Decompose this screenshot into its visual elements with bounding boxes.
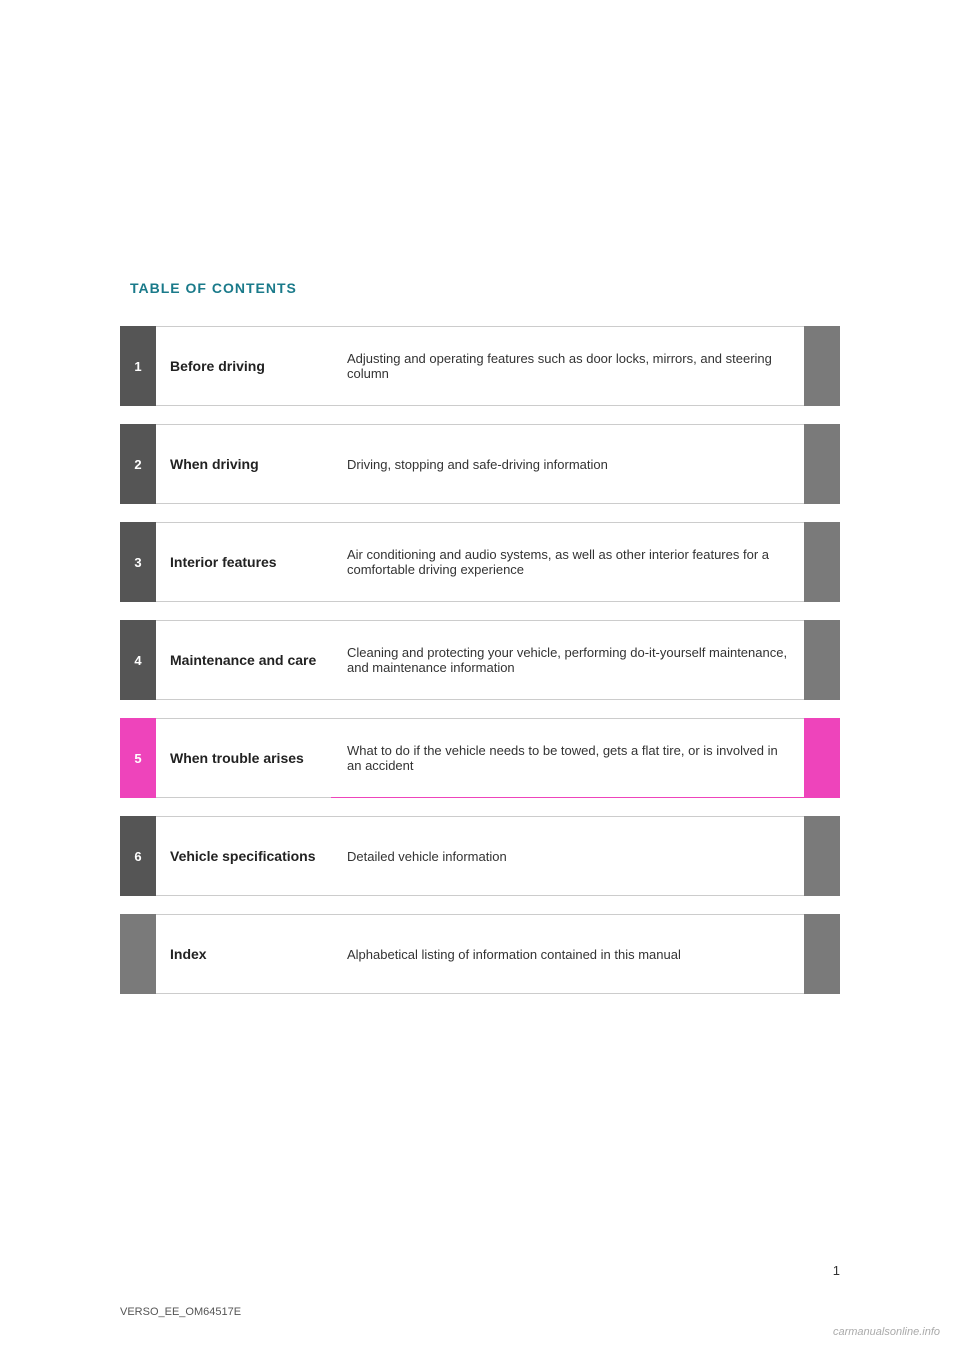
toc-row-1: 1 Before driving Adjusting and operating… (120, 326, 840, 406)
toc-rows: 1 Before driving Adjusting and operating… (120, 326, 840, 1012)
toc-number-3: 3 (120, 522, 156, 602)
watermark: carmanualsonline.info (833, 1326, 940, 1338)
toc-name-4: Maintenance and care (156, 620, 331, 700)
toc-name-index: Index (156, 914, 331, 994)
toc-tab-1 (804, 326, 840, 406)
toc-desc-index: Alphabetical listing of information cont… (331, 914, 804, 994)
page-container: TABLE OF CONTENTS 1 Before driving Adjus… (0, 0, 960, 1358)
page-number: 1 (833, 1263, 840, 1278)
toc-row-6: 6 Vehicle specifications Detailed vehicl… (120, 816, 840, 896)
toc-number-1: 1 (120, 326, 156, 406)
toc-desc-4: Cleaning and protecting your vehicle, pe… (331, 620, 804, 700)
toc-desc-6: Detailed vehicle information (331, 816, 804, 896)
toc-name-3: Interior features (156, 522, 331, 602)
toc-number-5: 5 (120, 718, 156, 798)
toc-tab-4 (804, 620, 840, 700)
toc-row-2: 2 When driving Driving, stopping and saf… (120, 424, 840, 504)
toc-tab-index (804, 914, 840, 994)
toc-tab-2 (804, 424, 840, 504)
toc-desc-2: Driving, stopping and safe-driving infor… (331, 424, 804, 504)
toc-number-4: 4 (120, 620, 156, 700)
toc-name-5: When trouble arises (156, 718, 331, 798)
toc-number-6: 6 (120, 816, 156, 896)
toc-tab-6 (804, 816, 840, 896)
toc-tab-3 (804, 522, 840, 602)
toc-number-2: 2 (120, 424, 156, 504)
toc-number-index (120, 914, 156, 994)
toc-tab-5 (804, 718, 840, 798)
toc-title: TABLE OF CONTENTS (120, 280, 840, 296)
toc-desc-1: Adjusting and operating features such as… (331, 326, 804, 406)
toc-row-4: 4 Maintenance and care Cleaning and prot… (120, 620, 840, 700)
toc-desc-5: What to do if the vehicle needs to be to… (331, 718, 804, 798)
toc-row-5: 5 When trouble arises What to do if the … (120, 718, 840, 798)
toc-name-6: Vehicle specifications (156, 816, 331, 896)
toc-desc-3: Air conditioning and audio systems, as w… (331, 522, 804, 602)
table-of-contents: TABLE OF CONTENTS 1 Before driving Adjus… (0, 0, 960, 1112)
footer-label: VERSO_EE_OM64517E (120, 1306, 241, 1318)
toc-row-3: 3 Interior features Air conditioning and… (120, 522, 840, 602)
toc-name-2: When driving (156, 424, 331, 504)
toc-row-index: Index Alphabetical listing of informatio… (120, 914, 840, 994)
toc-name-1: Before driving (156, 326, 331, 406)
